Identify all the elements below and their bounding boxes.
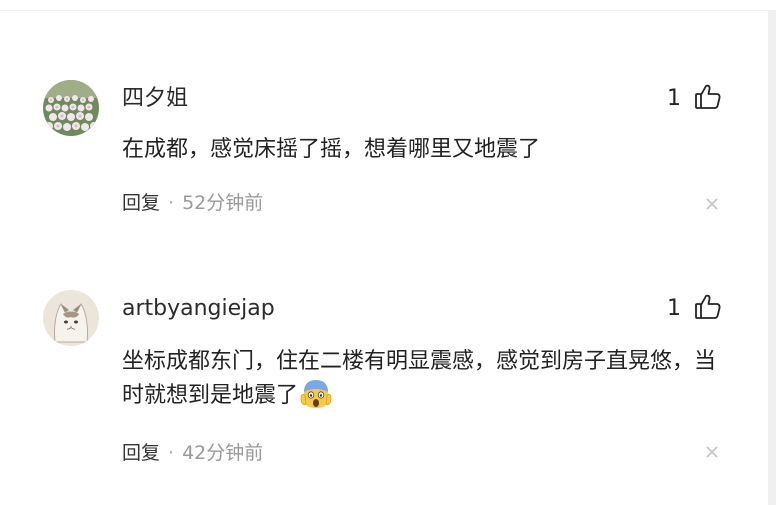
comment-meta: 回复 · 42分钟前	[122, 438, 263, 468]
comment-item: 四夕姐 1 在成都，感觉床摇了摇，想着哪里又地震了 回复 · 52分钟前	[0, 78, 768, 268]
screaming-face-emoji-icon	[300, 378, 332, 410]
comment-text: 坐标成都东门，住在二楼有明显震感，感觉到房子直晃悠，当时就想到是地震了	[122, 346, 732, 412]
top-divider	[0, 10, 776, 11]
close-icon[interactable]	[700, 440, 724, 464]
separator: ·	[168, 192, 175, 214]
comment-meta: 回复 · 52分钟前	[122, 188, 263, 218]
like-count: 1	[667, 86, 681, 111]
timestamp: 52分钟前	[182, 192, 264, 214]
flower-field-avatar-icon	[43, 80, 99, 136]
thumbs-up-icon[interactable]	[693, 292, 723, 322]
avatar[interactable]	[43, 290, 99, 346]
close-icon[interactable]	[700, 192, 724, 216]
avatar[interactable]	[43, 80, 99, 136]
separator: ·	[168, 442, 175, 464]
thumbs-up-icon[interactable]	[693, 82, 723, 112]
cat-avatar-icon	[43, 290, 99, 346]
comment-text-body: 坐标成都东门，住在二楼有明显震感，感觉到房子直晃悠，当时就想到是地震了	[122, 349, 717, 408]
comment-text: 在成都，感觉床摇了摇，想着哪里又地震了	[122, 137, 541, 162]
scrollbar[interactable]	[768, 11, 776, 505]
reply-button[interactable]: 回复	[122, 192, 160, 214]
reply-button[interactable]: 回复	[122, 442, 160, 464]
username[interactable]: artbyangiejap	[122, 294, 275, 324]
comment-item: artbyangiejap 1 坐标成都东门，住在二楼有明显震感，感觉到房子直晃…	[0, 288, 768, 478]
username[interactable]: 四夕姐	[122, 84, 188, 114]
like-count: 1	[667, 296, 681, 321]
timestamp: 42分钟前	[182, 442, 264, 464]
